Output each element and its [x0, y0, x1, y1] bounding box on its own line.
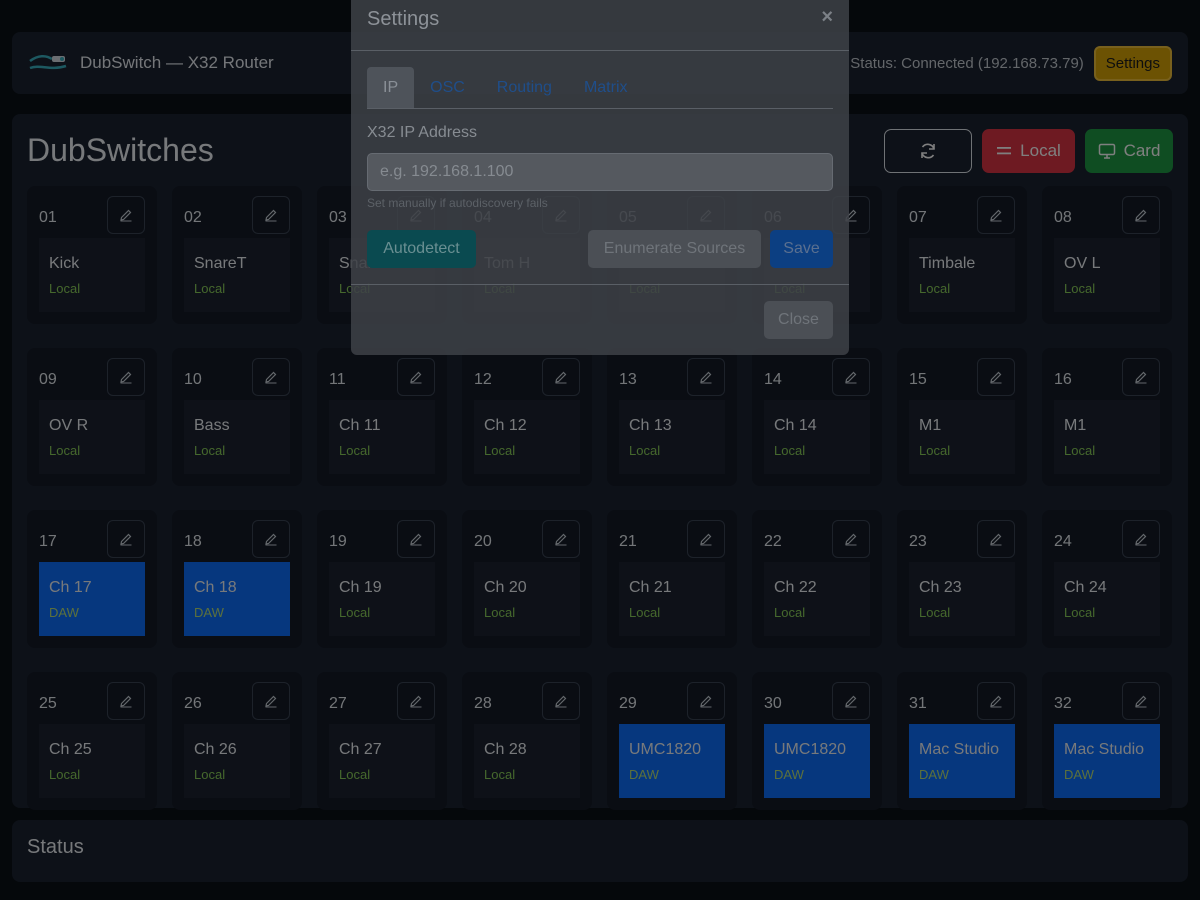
enumerate-sources-button[interactable]: Enumerate Sources [588, 230, 761, 268]
modal-title: Settings [367, 8, 440, 30]
close-button[interactable]: Close [764, 301, 833, 339]
tab-routing[interactable]: Routing [481, 67, 568, 108]
ip-address-input[interactable] [367, 153, 833, 191]
settings-modal: Settings × IP OSC Routing Matrix X32 IP … [351, 0, 849, 355]
tab-osc[interactable]: OSC [414, 67, 481, 108]
tab-ip[interactable]: IP [367, 67, 415, 108]
autodetect-button[interactable]: Autodetect [367, 230, 476, 268]
tab-matrix[interactable]: Matrix [568, 67, 644, 108]
ip-address-label: X32 IP Address [367, 124, 477, 141]
ip-hint: Set manually if autodiscovery fails [367, 196, 548, 210]
close-icon[interactable]: × [821, 6, 833, 29]
modal-footer-divider [351, 284, 849, 285]
save-button[interactable]: Save [770, 230, 833, 268]
modal-divider [351, 50, 849, 51]
settings-tabs: IP OSC Routing Matrix [367, 67, 833, 109]
